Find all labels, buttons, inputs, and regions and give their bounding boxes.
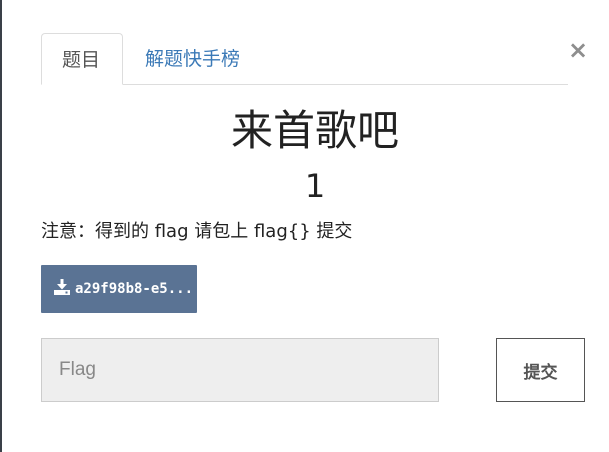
challenge-title: 来首歌吧: [230, 106, 399, 155]
submit-button[interactable]: 提交: [496, 338, 585, 402]
challenge-modal: × 题目 解题快手榜 来首歌吧 1 注意：得到的 flag 请包上 flag{}…: [2, 0, 609, 452]
modal-tabs: 题目 解题快手榜: [41, 33, 568, 85]
download-icon: [53, 278, 71, 300]
close-icon[interactable]: ×: [568, 38, 588, 62]
tab-solves-leaderboard[interactable]: 解题快手榜: [125, 33, 260, 85]
download-attachment-button[interactable]: a29f98b8-e5...: [41, 265, 197, 313]
challenge-score: 1: [304, 167, 326, 205]
flag-input[interactable]: [41, 338, 439, 402]
challenge-note: 注意：得到的 flag 请包上 flag{} 提交: [41, 221, 353, 242]
tab-challenge[interactable]: 题目: [41, 33, 123, 85]
download-filename: a29f98b8-e5...: [75, 281, 194, 297]
